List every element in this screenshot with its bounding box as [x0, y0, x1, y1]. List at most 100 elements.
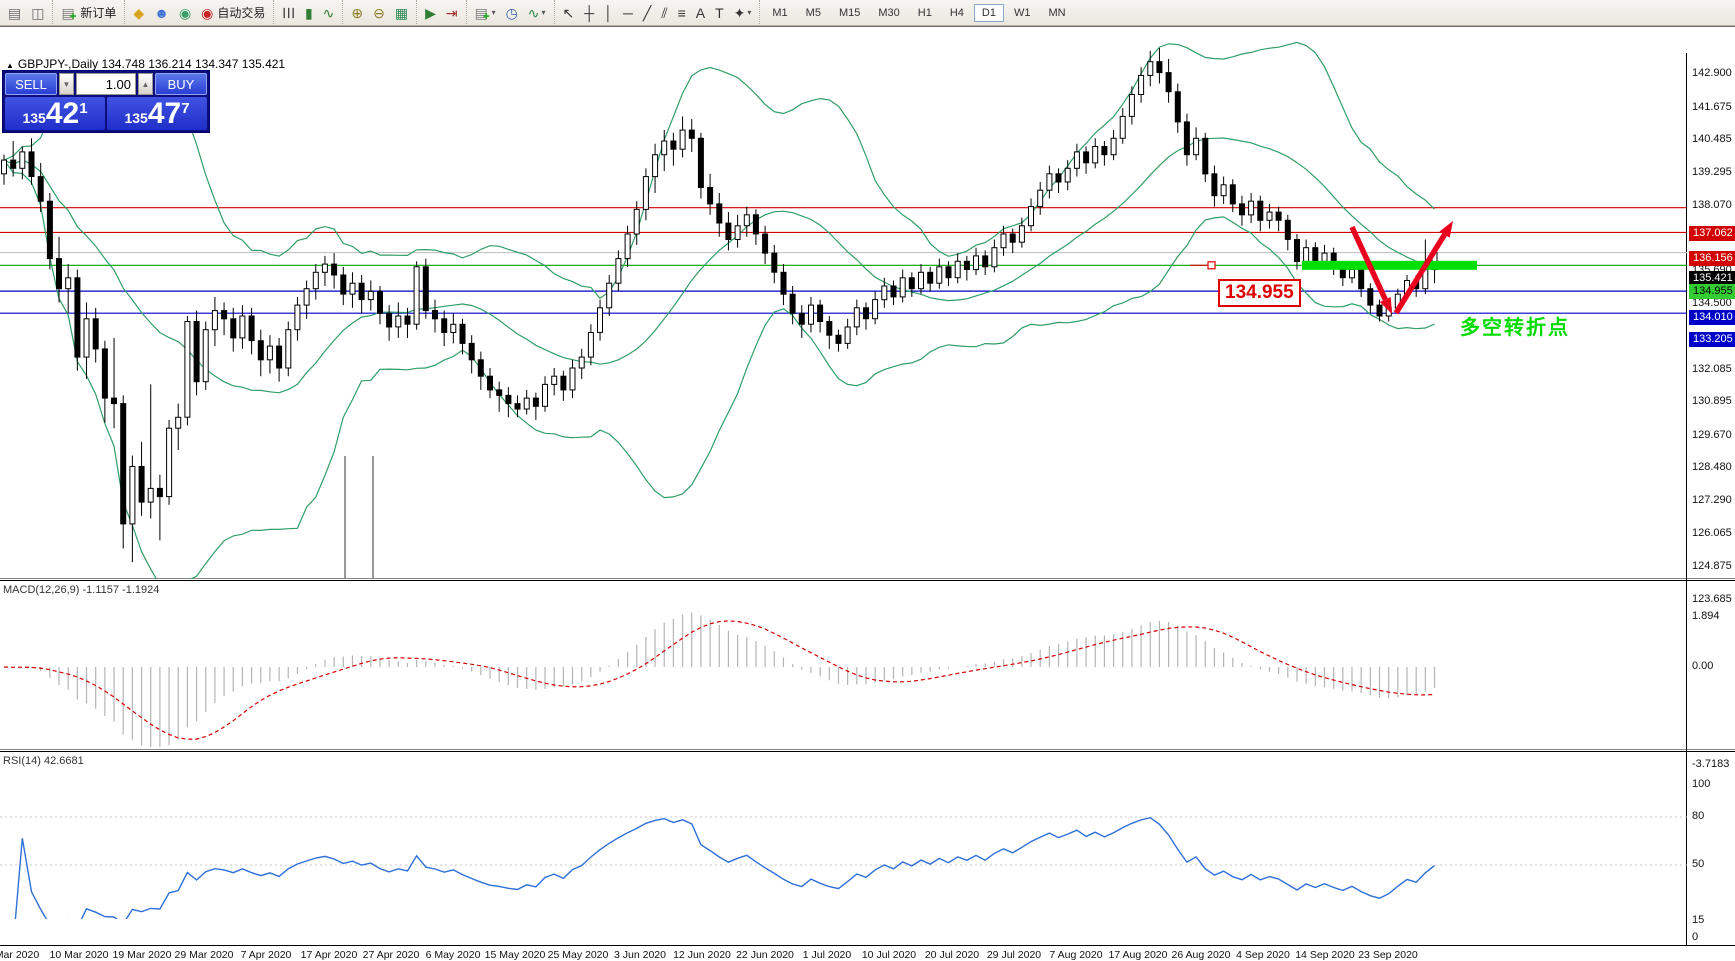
ohlc-close: 135.421	[241, 57, 286, 71]
toolbar-group: ☰ ▮ ∿	[273, 0, 342, 26]
timeframe-M30-button[interactable]: M30	[870, 4, 907, 22]
rsi-tick-label: 80	[1692, 810, 1705, 822]
ohlc-high: 136.214	[148, 57, 192, 71]
macd-pane[interactable]	[0, 582, 1687, 749]
tile-windows-button[interactable]: ▦	[391, 2, 412, 24]
rsi-tick-label: 100	[1692, 778, 1711, 790]
profiles-icon-icon: ◫	[31, 4, 45, 21]
line-chart-type-icon: ∿	[322, 4, 335, 21]
toolbar-group: ▤ ◫	[0, 0, 52, 26]
zoom-in-button[interactable]: ⊕	[347, 2, 367, 24]
auto-scroll-icon: ▶	[425, 4, 436, 21]
rsi-line	[14, 816, 1435, 919]
chart-window[interactable]: ▲ GBPJPY-,Daily 134.748 136.214 134.347 1…	[0, 26, 1735, 961]
volume-up-button[interactable]: ▲	[138, 73, 153, 95]
metaeditor-icon[interactable]: ◆	[129, 2, 148, 24]
charts-grid-icon[interactable]: ▤	[4, 2, 25, 24]
timeframe-M15-button[interactable]: M15	[831, 4, 868, 22]
fibonacci-tool-button[interactable]: ≡	[674, 2, 690, 24]
chevron-down-icon: ▾	[541, 8, 546, 17]
price-callout-label[interactable]: 134.955	[1218, 279, 1301, 307]
turning-point-annotation: 多空转折点	[1460, 317, 1570, 339]
text-tool-button[interactable]: A	[692, 2, 709, 24]
sell-price-big-figure: 135	[22, 110, 46, 126]
market-icon[interactable]: ☻	[150, 2, 173, 24]
shapes-tool-icon: ✦	[733, 4, 746, 21]
timeframe-M1-button[interactable]: M1	[764, 4, 795, 22]
chart-shift-icon: ⇥	[445, 4, 458, 21]
line-chart-type-button[interactable]: ∿	[319, 2, 339, 24]
zoom-in-icon: ⊕	[351, 4, 364, 21]
price-tick-label: 142.900	[1692, 67, 1732, 79]
clock-icon[interactable]: ◷	[502, 2, 522, 24]
buy-price-display[interactable]: 135 47 7	[107, 97, 207, 130]
horizontal-line-tool-icon: ─	[622, 4, 633, 21]
price-tick-label: 128.480	[1692, 461, 1732, 473]
timeframe-group: M1 M5 M15 M30 H1 H4 D1 W1 MN	[759, 0, 1077, 26]
timeframe-H1-button[interactable]: H1	[910, 4, 940, 22]
price-tick-label: 124.875	[1692, 560, 1732, 572]
shapes-tool-button[interactable]: ✦ ▾	[730, 2, 756, 24]
indicators-button[interactable]: ∿ ▾	[524, 2, 550, 24]
timeframe-D1-button[interactable]: D1	[973, 3, 1004, 22]
price-tick-label: 139.295	[1692, 166, 1732, 178]
candlestick-type-icon: ▮	[304, 4, 313, 21]
plus-badge-icon: ✚	[482, 12, 490, 21]
macd-tick-label: -3.7183	[1692, 758, 1730, 770]
text-label-tool-button[interactable]: T	[711, 2, 728, 24]
rsi-tick-label: 0	[1692, 931, 1699, 943]
chevron-down-icon: ▾	[491, 8, 496, 17]
toolbar-group: ▤ ✚ ▾ ◷ ∿ ▾	[465, 0, 554, 26]
new-chart-button[interactable]: ▤ ✚ ▾	[471, 2, 500, 24]
timeframe-W1-button[interactable]: W1	[1006, 4, 1039, 22]
pane-separator-rsi[interactable]	[0, 749, 1735, 752]
horizontal-line-tool-button[interactable]: ─	[619, 2, 637, 24]
price-badge: 133.205	[1689, 332, 1735, 347]
auto-scroll-button[interactable]: ▶	[421, 2, 440, 24]
sell-price-display[interactable]: 135 42 1	[5, 97, 105, 130]
indicators-icon: ∿	[527, 4, 540, 21]
buy-price-pips: 47	[147, 97, 182, 130]
vertical-line-tool-button[interactable]: │	[600, 2, 617, 24]
sell-button[interactable]: SELL	[5, 73, 57, 95]
date-axis-border	[0, 945, 1735, 946]
new-order-button[interactable]: ▤ ✚ 新订单	[57, 2, 120, 24]
date-tick-label: 23 Sep 2020	[1358, 949, 1418, 961]
signals-icon[interactable]: ◉	[175, 2, 195, 24]
tile-windows-icon: ▦	[394, 4, 409, 21]
support-zone-rect[interactable]	[1302, 260, 1477, 270]
trendline-tool-button[interactable]: ╱	[639, 2, 655, 24]
volume-down-button[interactable]: ▼	[59, 73, 74, 95]
autotrade-button[interactable]: ◉ 自动交易	[197, 2, 269, 24]
crosshair-tool-button[interactable]: ┼	[580, 2, 598, 24]
price-tick-label: 140.485	[1692, 133, 1732, 145]
metaeditor-icon-icon: ◆	[133, 4, 145, 21]
chevron-down-icon: ▾	[747, 8, 752, 17]
sell-price-pips: 42	[45, 97, 80, 130]
cursor-tool-button[interactable]: ↖	[559, 2, 579, 24]
timeframe-MN-button[interactable]: MN	[1040, 4, 1073, 22]
macd-tick-label: 0.00	[1692, 660, 1714, 672]
profiles-icon[interactable]: ◫	[27, 2, 48, 24]
candlestick-type-button[interactable]: ▮	[301, 2, 317, 24]
zoom-out-button[interactable]: ⊖	[369, 2, 389, 24]
price-badge: 134.010	[1689, 310, 1735, 325]
trendline-tool-icon: ╱	[642, 4, 652, 21]
main-price-pane[interactable]	[0, 27, 1687, 579]
symbol-title: ▲ GBPJPY-,Daily 134.748 136.214 134.347 1…	[6, 57, 285, 71]
buy-button[interactable]: BUY	[155, 73, 207, 95]
price-tick-label: 126.065	[1692, 527, 1732, 539]
main-toolbar: ▤ ◫ ▤ ✚ 新订单 ◆ ☻ ◉ ◉ 自动交易 ☰ ▮ ∿ ⊕ ⊖ ▦ ▶ ⇥ ▤ ✚ ▾ ◷ ∿ ▾ ↖ ┼ │ ─ ╱ ⫽ ≡ A T ✦ ▾…	[0, 0, 1735, 26]
price-tick-label: 138.070	[1692, 199, 1732, 211]
rsi-pane[interactable]	[0, 753, 1687, 919]
ohlc-open: 134.748	[101, 57, 145, 71]
rsi-tick-label: 15	[1692, 914, 1705, 926]
volume-input[interactable]	[76, 73, 136, 95]
bollinger-bands	[3, 41, 1435, 579]
chart-shift-button[interactable]: ⇥	[442, 2, 462, 24]
timeframe-H4-button[interactable]: H4	[942, 4, 972, 22]
macd-tick-label: 1.894	[1692, 610, 1720, 622]
timeframe-M5-button[interactable]: M5	[798, 4, 829, 22]
bar-chart-type-button[interactable]: ☰	[278, 2, 299, 24]
channel-tool-button[interactable]: ⫽	[657, 2, 671, 24]
